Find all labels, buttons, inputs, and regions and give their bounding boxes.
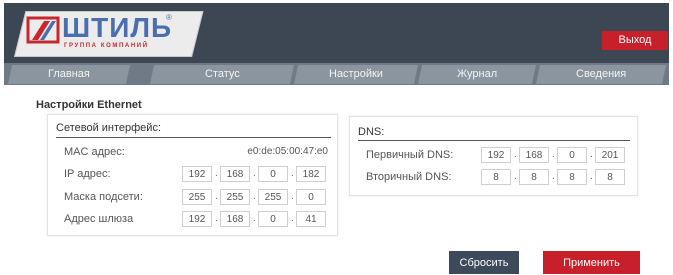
tab-settings[interactable]: Настройки [293, 65, 419, 84]
gateway-dot: . [215, 213, 218, 224]
secondary-dns-label: Вторичный DNS: [366, 171, 452, 183]
mask-octet-1[interactable] [182, 189, 212, 205]
ip-octet-3[interactable] [258, 166, 288, 182]
gateway-dot: . [253, 213, 256, 224]
mask-octet-4[interactable] [296, 189, 326, 205]
secondary-dns-octet-3[interactable] [557, 169, 587, 185]
tab-main-label: Главная [48, 68, 90, 80]
brand-subtitle: ГРУППА КОМПАНИЙ [64, 43, 149, 49]
primary-dns-octet-1[interactable] [481, 147, 511, 163]
reset-button[interactable]: Сбросить [449, 251, 519, 274]
logout-button[interactable]: Выход [602, 31, 668, 50]
mask-octet-2[interactable] [220, 189, 250, 205]
primary-dns-dot: . [514, 149, 517, 160]
tab-info-label: Сведения [575, 68, 627, 80]
tab-info[interactable]: Сведения [535, 65, 667, 84]
tab-status-label: Статус [204, 68, 240, 80]
dns-panel-divider [358, 140, 630, 141]
primary-dns-label: Первичный DNS: [366, 149, 454, 161]
mask-dot: . [215, 191, 218, 202]
brand-logo[interactable]: ШТИЛЬ ® ГРУППА КОМПАНИЙ [26, 13, 186, 57]
ip-dot: . [215, 168, 218, 179]
apply-button[interactable]: Применить [543, 251, 640, 274]
primary-dns-dot: . [552, 149, 555, 160]
primary-dns-octet-3[interactable] [557, 147, 587, 163]
ip-octet-1[interactable] [182, 166, 212, 182]
tab-log-label: Журнал [456, 68, 498, 80]
ip-octet-4[interactable] [296, 166, 326, 182]
primary-dns-octet-2[interactable] [519, 147, 549, 163]
primary-dns-dot: . [590, 149, 593, 160]
page-title: Настройки Ethernet [36, 99, 142, 111]
gateway-octet-3[interactable] [258, 211, 288, 227]
gateway-label: Адрес шлюза [64, 213, 134, 225]
gateway-octet-4[interactable] [296, 211, 326, 227]
brand-registered-mark: ® [166, 13, 172, 22]
secondary-dns-dot: . [552, 171, 555, 182]
ip-label: IP адрес: [64, 168, 111, 180]
gateway-dot: . [291, 213, 294, 224]
dns-panel-title: DNS: [358, 126, 385, 138]
app-header: ШТИЛЬ ® ГРУППА КОМПАНИЙ Выход [4, 3, 669, 63]
tab-settings-label: Настройки [329, 68, 383, 80]
tab-log[interactable]: Журнал [417, 65, 537, 84]
mask-dot: . [253, 191, 256, 202]
network-panel-divider [56, 137, 331, 138]
mask-dot: . [291, 191, 294, 202]
mac-value: e0:de:05:00:47:e0 [247, 146, 328, 157]
gateway-octet-2[interactable] [220, 211, 250, 227]
secondary-dns-dot: . [514, 171, 517, 182]
gateway-octet-1[interactable] [182, 211, 212, 227]
ip-dot: . [253, 168, 256, 179]
dns-panel: DNS: Первичный DNS: . . . Вторичный DNS:… [349, 116, 638, 196]
tab-main[interactable]: Главная [7, 65, 131, 84]
network-interface-panel: Сетевой интерфейс: MAC адрес: e0:de:05:0… [47, 114, 338, 236]
ip-dot: . [291, 168, 294, 179]
main-nav: Главная Статус Настройки Журнал Сведения [4, 63, 669, 85]
tab-status[interactable]: Статус [149, 65, 295, 84]
secondary-dns-octet-4[interactable] [595, 169, 625, 185]
mask-label: Маска подсети: [64, 191, 143, 203]
secondary-dns-octet-1[interactable] [481, 169, 511, 185]
network-panel-title: Сетевой интерфейс: [56, 122, 162, 134]
mac-label: MAC адрес: [64, 146, 125, 158]
primary-dns-octet-4[interactable] [595, 147, 625, 163]
shtil-logo-icon [26, 16, 60, 44]
secondary-dns-dot: . [590, 171, 593, 182]
mask-octet-3[interactable] [258, 189, 288, 205]
brand-name: ШТИЛЬ [62, 12, 173, 43]
ip-octet-2[interactable] [220, 166, 250, 182]
secondary-dns-octet-2[interactable] [519, 169, 549, 185]
